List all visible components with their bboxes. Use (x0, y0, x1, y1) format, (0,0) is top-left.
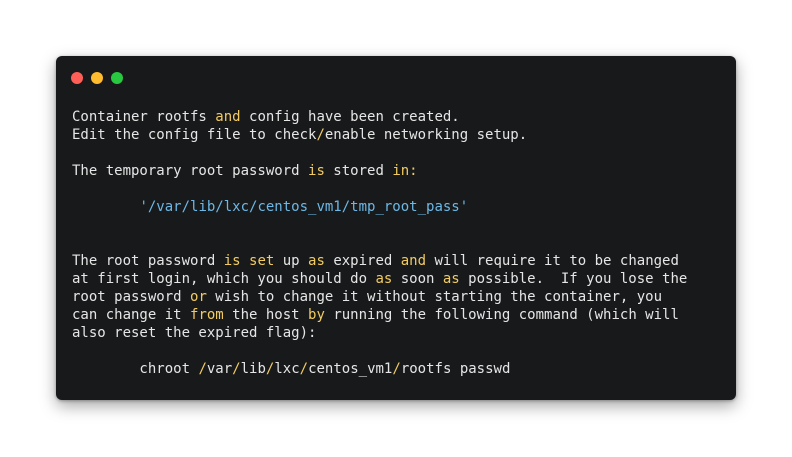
close-button[interactable] (71, 72, 83, 84)
operator-token: / (316, 127, 325, 143)
output-line: also reset the expired flag): (72, 324, 687, 342)
keyword-token: is (223, 253, 241, 269)
keyword-token: in: (392, 163, 418, 179)
text-token: up (274, 253, 309, 269)
window-controls (71, 72, 123, 84)
text-token: soon (392, 271, 443, 287)
text-token: lib (240, 361, 266, 377)
text-token: root password (72, 289, 191, 305)
text-token: var (206, 361, 233, 377)
text-token: The root password (72, 253, 224, 269)
text-token: possible. If you lose the (459, 271, 688, 287)
text-token: at first login, which you should do (72, 271, 376, 287)
operator-token: / (232, 361, 241, 377)
keyword-token: as (308, 253, 325, 269)
output-line: '/var/lib/lxc/centos_vm1/tmp_root_pass' (72, 198, 687, 216)
string-token: '/var/lib/lxc/centos_vm1/tmp_root_pass' (139, 199, 469, 215)
text-token: The temporary root password (72, 163, 309, 179)
text-token: lxc (274, 361, 300, 377)
text-token: will require it to be changed (426, 253, 679, 269)
output-line: The temporary root password is stored in… (72, 162, 687, 180)
terminal-window: Container rootfs and config have been cr… (56, 56, 736, 400)
keyword-token: set (249, 253, 275, 269)
keyword-token: or (190, 289, 207, 305)
output-line: root password or wish to change it witho… (72, 288, 687, 306)
text-token: the host (223, 307, 309, 323)
keyword-token: from (190, 307, 224, 323)
text-token: can change it (72, 307, 191, 323)
text-token: wish to change it without starting the c… (206, 289, 663, 305)
text-token: enable networking setup. (324, 127, 528, 143)
output-line: at first login, which you should do as s… (72, 270, 687, 288)
text-token: stored (324, 163, 393, 179)
operator-token: / (299, 361, 309, 377)
operator-token: / (198, 361, 207, 377)
output-line: The root password is set up as expired a… (72, 252, 687, 270)
keyword-token: as (442, 271, 460, 287)
minimize-button[interactable] (91, 72, 103, 84)
keyword-token: and (400, 253, 427, 269)
text-token: rootfs passwd (400, 361, 511, 377)
text-token: expired (324, 253, 401, 269)
operator-token: / (392, 361, 401, 377)
text-token: config have been created. (240, 109, 460, 125)
keyword-token: as (375, 271, 393, 287)
text-token: Edit the config file to check (72, 127, 317, 143)
zoom-button[interactable] (111, 72, 123, 84)
terminal-output: Container rootfs and config have been cr… (72, 108, 687, 378)
text-token: running the following command (which wil… (324, 307, 679, 323)
keyword-token: is (308, 163, 325, 179)
text-token: centos_vm1 (308, 361, 393, 377)
output-line: chroot /var/lib/lxc/centos_vm1/rootfs pa… (72, 360, 687, 378)
text-token: chroot (72, 361, 199, 377)
output-line: Edit the config file to check/enable net… (72, 126, 687, 144)
keyword-token: by (308, 307, 325, 323)
keyword-token: and (215, 109, 241, 125)
text-token: Container rootfs (72, 109, 216, 125)
output-line: can change it from the host by running t… (72, 306, 687, 324)
output-line: Container rootfs and config have been cr… (72, 108, 687, 126)
text-token: also reset the expired flag): (72, 325, 317, 341)
